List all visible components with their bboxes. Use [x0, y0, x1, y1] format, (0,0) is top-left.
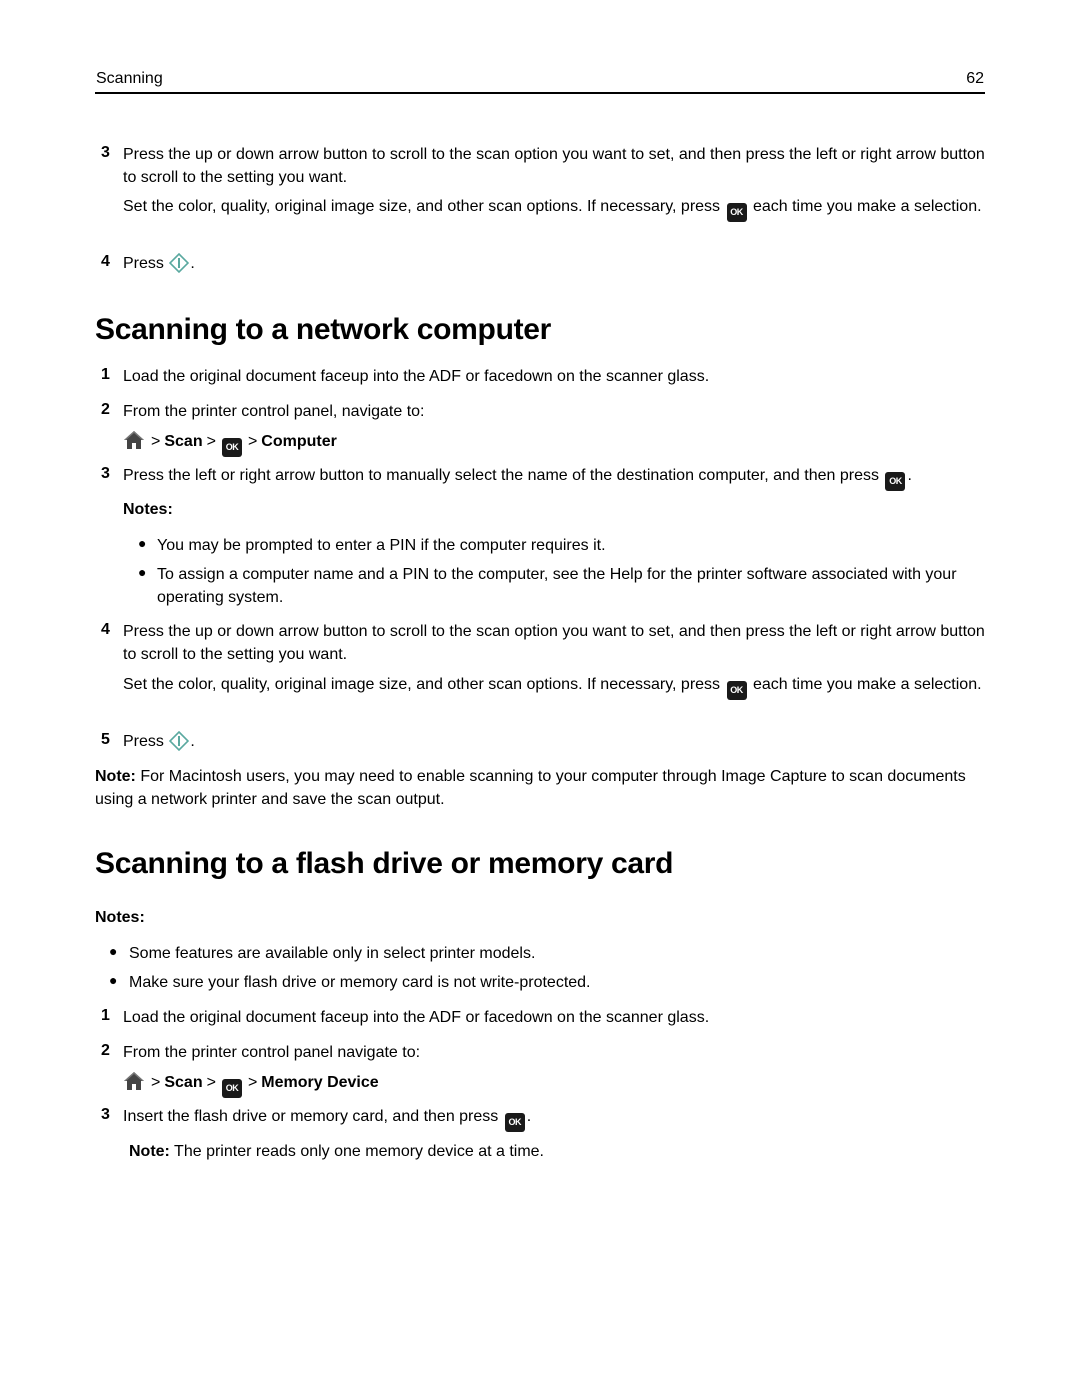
running-header-section: Scanning [96, 70, 163, 87]
step-text: Press . [123, 253, 195, 273]
step-number: 3 [101, 1106, 110, 1123]
ok-button-icon: OK [885, 472, 906, 491]
step-text: Load the original document faceup into t… [123, 1009, 710, 1026]
final-note: Note: The printer reads only one memory … [129, 1143, 544, 1160]
bullet-icon: ● [138, 564, 147, 580]
start-button-icon [169, 253, 190, 273]
note-item: Some features are available only in sele… [129, 945, 536, 962]
step-number: 4 [101, 253, 110, 270]
step-number: 1 [101, 1007, 110, 1024]
step-text: Press . [123, 731, 195, 751]
ok-button-icon: OK [504, 1113, 525, 1132]
start-button-icon [169, 731, 190, 751]
bullet-icon: ● [109, 943, 118, 959]
page-number: 62 [966, 70, 984, 87]
note-item: To assign a computer name and a PIN to t… [157, 566, 957, 606]
ok-button-icon: OK [726, 203, 747, 222]
step-number: 2 [101, 401, 110, 418]
note-item: Make sure your flash drive or memory car… [129, 974, 591, 991]
notes-label: Notes: [95, 909, 145, 926]
bullet-icon: ● [109, 972, 118, 988]
step-number: 4 [101, 621, 110, 638]
step-text: Press the left or right arrow button to … [123, 464, 985, 491]
note-item: You may be prompted to enter a PIN if th… [157, 537, 606, 554]
header-rule [95, 92, 985, 94]
step-text: Load the original document faceup into t… [123, 368, 710, 385]
home-icon [124, 1072, 144, 1090]
section-title-flash: Scanning to a flash drive or memory card [95, 847, 674, 880]
ok-button-icon: OK [221, 438, 242, 457]
home-icon [124, 431, 144, 449]
section-title-network: Scanning to a network computer [95, 313, 552, 346]
step-text: Press the up or down arrow button to scr… [123, 146, 985, 186]
step-number: 5 [101, 731, 110, 748]
notes-label: Notes: [123, 501, 173, 518]
step-text: From the printer control panel navigate … [123, 1044, 421, 1061]
step-text: From the printer control panel, navigate… [123, 403, 425, 420]
step-number: 1 [101, 366, 110, 383]
step-number: 3 [101, 465, 110, 482]
menu-path-computer: > Scan > OK > Computer [123, 430, 337, 457]
menu-path-memory-device: > Scan > OK > Memory Device [123, 1071, 379, 1098]
ok-button-icon: OK [726, 681, 747, 700]
mac-note: Note: For Macintosh users, you may need … [95, 768, 966, 808]
step-text: Press the up or down arrow button to scr… [123, 623, 985, 663]
step-subtext: Set the color, quality, original image s… [123, 195, 985, 222]
step-number: 3 [101, 144, 110, 161]
ok-button-icon: OK [221, 1079, 242, 1098]
step-text: Insert the flash drive or memory card, a… [123, 1105, 985, 1132]
step-number: 2 [101, 1042, 110, 1059]
bullet-icon: ● [138, 535, 147, 551]
step-subtext: Set the color, quality, original image s… [123, 673, 985, 700]
